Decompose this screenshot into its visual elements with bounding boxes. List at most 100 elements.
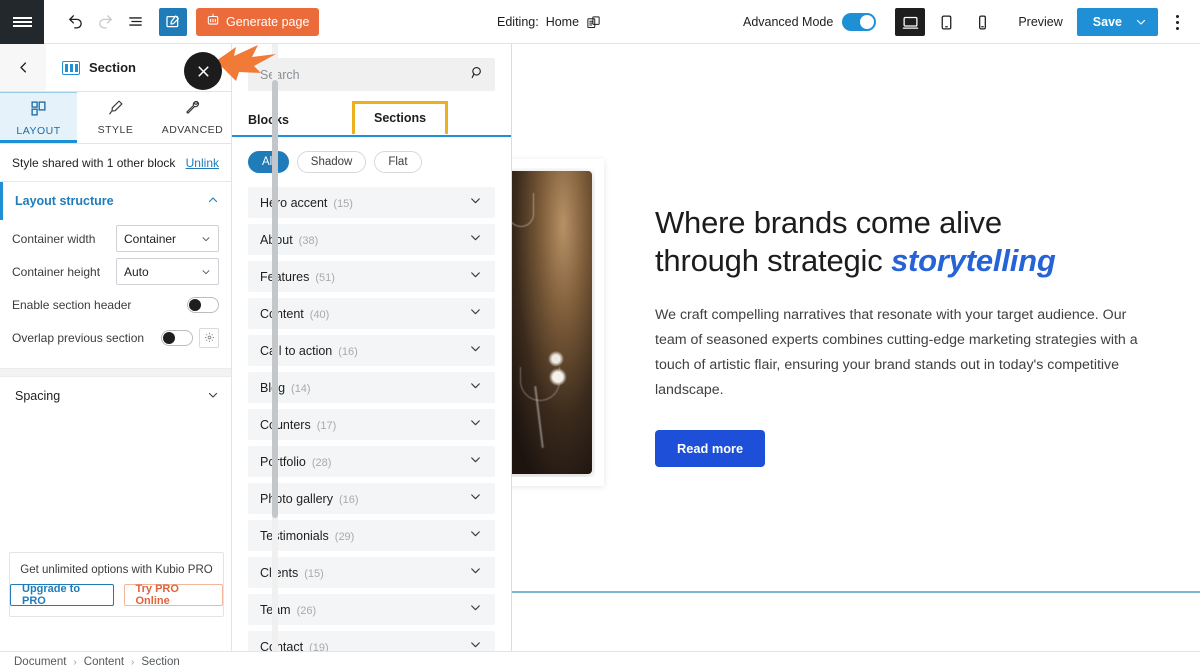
chevron-down-icon[interactable] <box>469 601 482 619</box>
inspector-title-group: Section <box>62 60 136 75</box>
page-canvas: Where brands come alive through strategi… <box>512 44 1200 651</box>
edit-page-icon[interactable] <box>159 7 187 36</box>
advanced-mode-toggle[interactable] <box>842 13 877 31</box>
wrench-icon <box>184 99 201 119</box>
chevron-left-icon[interactable] <box>0 44 46 91</box>
category-name: Features <box>260 269 310 284</box>
save-button[interactable]: Save <box>1076 8 1158 36</box>
upgrade-to-pro-button[interactable]: Upgrade to PRO <box>10 583 114 607</box>
pro-upsell-box: Get unlimited options with Kubio PRO Upg… <box>9 552 224 617</box>
app-root: Generate page Editing: Home Advanced Mod… <box>0 0 1200 672</box>
preview-button[interactable]: Preview <box>1018 15 1062 29</box>
breadcrumb: Document › Content › Section <box>0 651 1200 672</box>
filter-flat[interactable]: Flat <box>374 151 422 173</box>
redo-icon[interactable] <box>90 7 120 37</box>
search-box[interactable] <box>248 58 495 91</box>
library-scrollbar-thumb[interactable] <box>272 80 278 518</box>
chevron-down-icon[interactable] <box>469 268 482 286</box>
undo-icon[interactable] <box>60 7 90 37</box>
overlap-previous-section-toggle[interactable] <box>161 329 193 346</box>
breadcrumb-item-section[interactable]: Section <box>141 656 179 668</box>
chevron-down-icon[interactable] <box>469 527 482 545</box>
list-item[interactable]: About(38) <box>248 224 495 255</box>
container-height-select[interactable]: Auto <box>116 258 219 285</box>
tab-layout[interactable]: LAYOUT <box>0 92 77 143</box>
tablet-icon[interactable] <box>931 8 961 36</box>
chevron-down-icon[interactable] <box>469 490 482 508</box>
chevron-down-icon[interactable] <box>469 342 482 360</box>
list-item[interactable]: Contact (19) <box>248 631 495 651</box>
category-count: (51) <box>315 271 335 284</box>
generate-page-label: Generate page <box>226 14 310 29</box>
category-count: (38) <box>298 234 319 247</box>
gear-icon[interactable] <box>199 327 219 348</box>
category-name: Testimonials <box>260 528 329 543</box>
tab-sections[interactable]: Sections <box>352 101 449 134</box>
list-view-icon[interactable] <box>120 7 150 37</box>
list-item[interactable]: Hero accent (15) <box>248 187 495 218</box>
list-item[interactable]: Blog(14) <box>248 372 495 403</box>
chevron-down-icon[interactable] <box>207 389 219 404</box>
chevron-down-icon[interactable] <box>1135 16 1158 28</box>
list-item[interactable]: Counters (17) <box>248 409 495 440</box>
category-name: Hero accent <box>260 195 328 210</box>
generate-page-button[interactable]: Generate page <box>196 7 320 36</box>
list-item[interactable]: Call to action (16) <box>248 335 495 366</box>
category-name: Content <box>260 306 304 321</box>
list-item[interactable]: Photo gallery (16) <box>248 483 495 514</box>
chevron-down-icon[interactable] <box>469 305 482 323</box>
enable-section-header-toggle[interactable] <box>187 296 219 313</box>
list-item[interactable]: Testimonials (29) <box>248 520 495 551</box>
hamburger-icon[interactable] <box>0 0 44 44</box>
chevron-down-icon[interactable] <box>469 379 482 397</box>
chevron-down-icon[interactable] <box>469 638 482 652</box>
tab-advanced[interactable]: ADVANCED <box>154 92 231 143</box>
kebab-menu-icon[interactable] <box>1162 7 1192 37</box>
toolbar-right-group: Advanced Mode Preview Save <box>743 0 1192 44</box>
section-block-icon <box>62 60 80 75</box>
breadcrumb-separator: › <box>131 656 135 668</box>
filter-all[interactable]: All <box>248 151 289 173</box>
chevron-down-icon[interactable] <box>469 416 482 434</box>
brush-icon <box>107 99 124 119</box>
search-input[interactable] <box>260 67 470 82</box>
list-item[interactable]: Team(26) <box>248 594 495 625</box>
style-shared-label: Style shared with 1 other block <box>12 155 176 170</box>
close-icon[interactable] <box>184 52 222 90</box>
filter-shadow[interactable]: Shadow <box>296 151 367 173</box>
chevron-down-icon[interactable] <box>469 194 482 212</box>
desktop-icon[interactable] <box>895 8 926 36</box>
list-item[interactable]: Features (51) <box>248 261 495 292</box>
layout-structure-title: Layout structure <box>15 194 114 208</box>
list-item[interactable]: Content (40) <box>248 298 495 329</box>
mobile-icon[interactable] <box>967 8 997 36</box>
chevron-down-icon[interactable] <box>469 564 482 582</box>
chevron-down-icon[interactable] <box>469 453 482 471</box>
list-item[interactable]: Portfolio (28) <box>248 446 495 477</box>
chevron-up-icon[interactable] <box>207 194 219 209</box>
breadcrumb-item-document[interactable]: Document <box>14 656 66 668</box>
read-more-button[interactable]: Read more <box>655 429 766 467</box>
layout-structure-header[interactable]: Layout structure <box>0 182 231 220</box>
search-icon[interactable] <box>470 65 485 85</box>
hero-section[interactable]: Where brands come alive through strategi… <box>512 44 1200 591</box>
category-name: Clients <box>260 565 299 580</box>
spacing-header[interactable]: Spacing <box>0 377 231 415</box>
page-switch-icon[interactable] <box>586 15 601 30</box>
tab-style[interactable]: STYLE <box>77 92 154 143</box>
toolbar-left-group: Generate page <box>44 7 320 37</box>
hero-heading[interactable]: Where brands come alive through strategi… <box>655 204 1155 280</box>
hero-heading-line1: Where brands come alive <box>655 205 1002 240</box>
chevron-down-icon[interactable] <box>469 231 482 249</box>
tab-advanced-label: ADVANCED <box>161 124 224 136</box>
container-width-select[interactable]: Container <box>116 225 219 252</box>
editing-page-indicator[interactable]: Editing: Home <box>497 0 601 44</box>
category-count: (15) <box>333 197 353 210</box>
breadcrumb-item-content[interactable]: Content <box>84 656 124 668</box>
container-height-value: Auto <box>124 264 149 279</box>
try-pro-online-button[interactable]: Try PRO Online <box>123 583 223 607</box>
tab-blocks[interactable]: Blocks <box>248 113 289 127</box>
unlink-button[interactable]: Unlink <box>186 156 219 170</box>
hero-paragraph[interactable]: We craft compelling narratives that reso… <box>655 303 1140 404</box>
list-item[interactable]: Clients (15) <box>248 557 495 588</box>
